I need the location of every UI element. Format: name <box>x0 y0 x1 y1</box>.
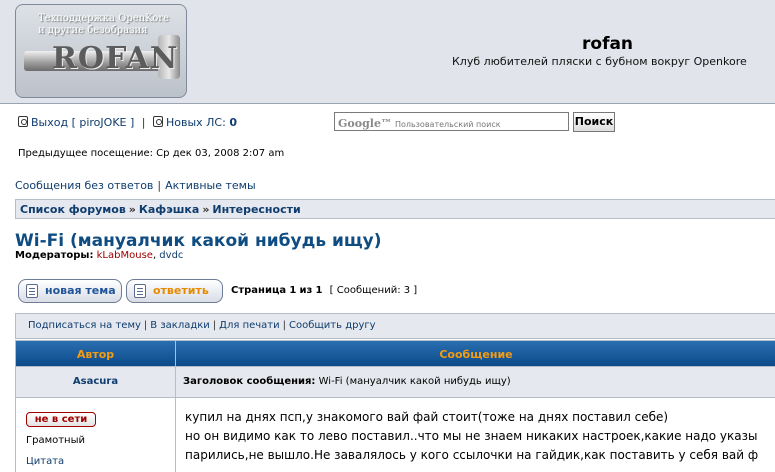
quote-link[interactable]: Цитата <box>26 456 64 467</box>
email-friend-link[interactable]: Сообщить другу <box>289 320 376 331</box>
print-link[interactable]: Для печати <box>219 320 279 331</box>
page-label: Страница <box>231 285 287 296</box>
page-of: из <box>299 285 313 296</box>
breadcrumb-forums[interactable]: Список форумов <box>20 203 126 216</box>
search-input[interactable]: Google™ Пользовательский поиск <box>334 112 569 131</box>
topic-actions: Подписаться на тему | В закладки | Для печат… <box>15 313 775 339</box>
private-messages-icon <box>152 116 163 127</box>
site-header: Техподдержка OpenKore и другие безобрази… <box>0 0 775 104</box>
post-body-row: не в сети Грамотный Цитата купил на днях… <box>15 398 775 472</box>
search-placeholder: Пользовательский поиск <box>394 120 501 129</box>
author-column-header: Автор <box>76 348 115 361</box>
google-logo: Google™ <box>338 117 392 130</box>
post-author[interactable]: Asacura <box>16 376 175 387</box>
post-content: купил на днях псп,у знакомого вай фай ст… <box>185 408 758 465</box>
subscribe-link[interactable]: Подписаться на тему <box>28 320 141 331</box>
new-topic-button[interactable]: новая тема <box>18 279 122 303</box>
message-column-header: Сообщение <box>439 348 513 361</box>
page-current: 1 <box>289 285 297 296</box>
breadcrumb-cafe[interactable]: Кафэшка <box>139 203 199 216</box>
quick-links: Сообщения без ответов | Активные темы <box>15 179 256 192</box>
post-count: [ Сообщений: 3 ] <box>329 285 418 296</box>
separator: | <box>143 320 148 331</box>
status-badge: не в сети <box>26 412 96 427</box>
new-topic-label: новая тема <box>45 284 116 297</box>
logo-line-1: Техподдержка OpenKore <box>38 13 170 24</box>
reply-icon <box>134 284 146 298</box>
breadcrumb-separator: » <box>128 203 136 216</box>
logout-icon <box>18 116 28 127</box>
breadcrumb: Список форумов» Кафэшка» Интересности <box>15 199 775 219</box>
subject-label: Заголовок сообщения: <box>183 376 316 387</box>
reply-button[interactable]: ответить <box>126 279 223 303</box>
bookmark-link[interactable]: В закладки <box>150 320 210 331</box>
moderators-label: Модераторы: <box>15 250 94 261</box>
post-subject: Заголовок сообщения: Wi-Fi (мануалчик ка… <box>183 376 511 387</box>
logo-word: ROFAN <box>52 41 179 76</box>
reply-label: ответить <box>153 284 209 297</box>
logo-line-2: и другие безобразия <box>38 25 148 36</box>
moderators: Модераторы: kLabMouse, dvdc <box>15 250 184 261</box>
column-divider <box>175 398 176 472</box>
post-header-row: Asacura Заголовок сообщения: Wi-Fi (ману… <box>15 367 775 398</box>
user-rank: Грамотный <box>26 435 85 446</box>
new-topic-icon <box>26 284 38 298</box>
moderator-link[interactable]: kLabMouse <box>97 250 153 261</box>
previous-visit: Предыдущее посещение: Ср дек 03, 2008 2:… <box>18 148 285 159</box>
search-button[interactable]: Поиск <box>573 112 615 132</box>
logout-link[interactable]: Выход [ piroJOKE ] <box>31 116 134 129</box>
moderator-link[interactable]: dvdc <box>159 250 183 261</box>
topic-title[interactable]: Wi-Fi (мануалчик какой нибудь ищу) <box>15 231 382 251</box>
site-logo[interactable]: Техподдержка OpenKore и другие безобрази… <box>15 4 187 98</box>
pm-label: Новых ЛС: <box>165 116 226 129</box>
pagination: Страница 1 из 1 [ Сообщений: 3 ] <box>231 285 417 296</box>
unanswered-link[interactable]: Сообщения без ответов <box>15 179 153 192</box>
user-bar: Выход [ piroJOKE ] | Новых ЛС: 0 <box>18 116 237 129</box>
private-messages-link[interactable]: Новых ЛС: 0 <box>166 116 237 129</box>
separator: | <box>157 179 162 192</box>
separator: | <box>141 116 146 129</box>
active-topics-link[interactable]: Активные темы <box>165 179 256 192</box>
site-title: rofan <box>582 34 634 54</box>
post-line: парились,не вышло.Не завалялось у кого с… <box>185 448 759 462</box>
post-line: купил на днях псп,у знакомого вай фай ст… <box>185 410 669 424</box>
separator: | <box>212 320 217 331</box>
separator: | <box>282 320 286 331</box>
post-line: но он видимо как то лево поставил..что м… <box>185 429 758 443</box>
pm-count: 0 <box>229 116 237 129</box>
breadcrumb-separator: » <box>202 203 210 216</box>
page-total: 1 <box>315 285 323 296</box>
subject-text: Wi-Fi (мануалчик какой нибудь ищу) <box>318 376 511 387</box>
breadcrumb-interesting[interactable]: Интересности <box>212 203 300 216</box>
column-divider <box>175 367 176 397</box>
site-description: Клуб любителей пляски с бубном вокруг Op… <box>452 55 747 68</box>
posts-table-header: Автор Сообщение <box>15 340 775 367</box>
